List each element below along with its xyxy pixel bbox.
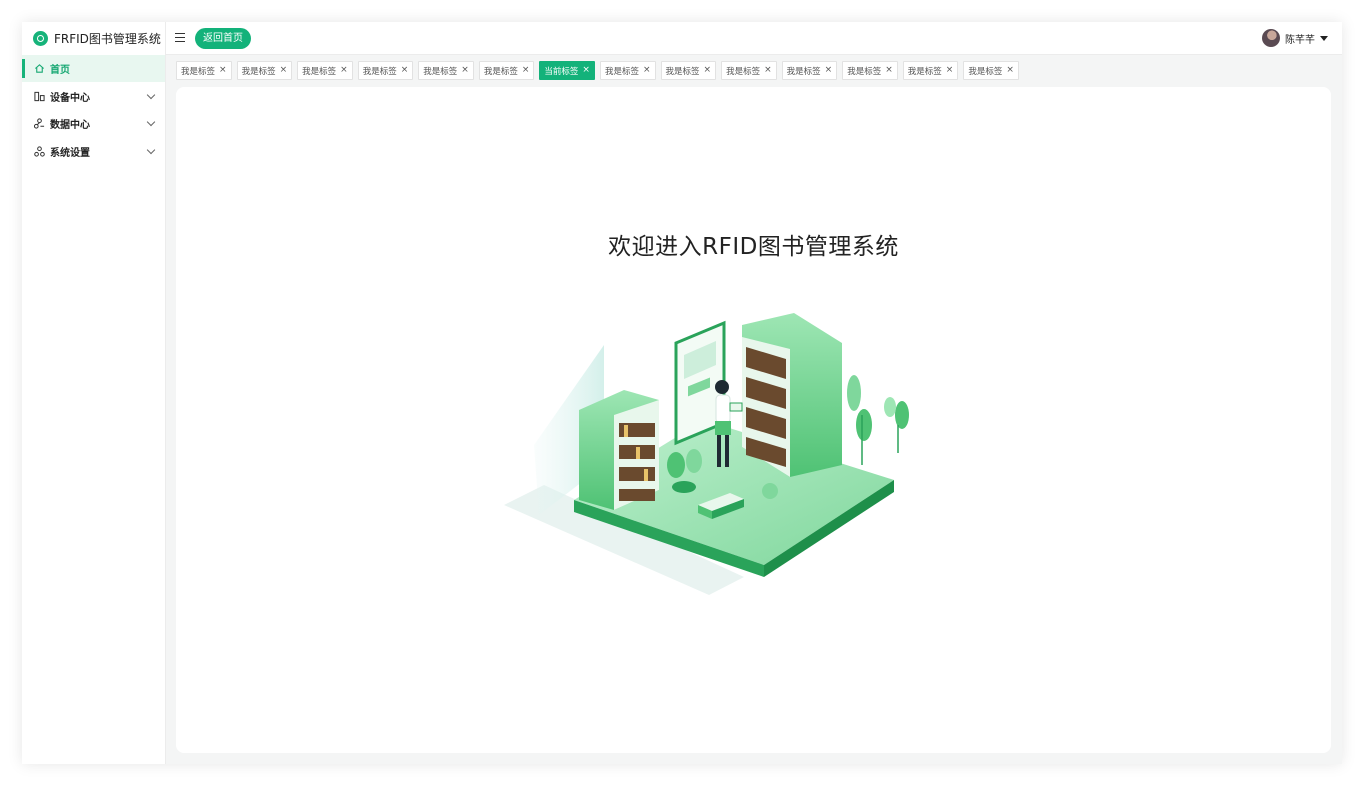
brand: FRFID图书管理系统 xyxy=(22,22,165,55)
user-menu[interactable]: 陈芊芊 xyxy=(1262,29,1328,47)
tab-item[interactable]: 我是标签 × xyxy=(963,61,1019,80)
close-icon[interactable]: × xyxy=(704,66,712,75)
close-icon[interactable]: × xyxy=(522,66,530,75)
welcome-title: 欢迎进入RFID图书管理系统 xyxy=(608,234,899,260)
caret-down-icon xyxy=(1320,35,1328,41)
sidebar-item-label: 首页 xyxy=(50,65,70,76)
tab-label: 我是标签 xyxy=(847,66,882,77)
close-icon[interactable]: × xyxy=(461,66,469,75)
user-name: 陈芊芊 xyxy=(1285,34,1315,46)
tab-label: 当前标签 xyxy=(544,66,579,77)
chevron-down-icon xyxy=(146,90,156,99)
close-icon[interactable]: × xyxy=(1006,66,1014,75)
tab-label: 我是标签 xyxy=(241,66,276,77)
close-icon[interactable]: × xyxy=(643,66,651,75)
close-icon[interactable]: × xyxy=(946,66,954,75)
tab-item[interactable]: 我是标签 × xyxy=(721,61,777,80)
top-header: 返回首页 陈芊芊 xyxy=(166,22,1342,55)
tab-item[interactable]: 我是标签 × xyxy=(236,61,293,80)
tab-item[interactable]: 我是标签 × xyxy=(660,61,717,80)
tab-item[interactable]: 我是标签 × xyxy=(418,61,474,80)
main-content: 欢迎进入RFID图书管理系统 xyxy=(176,87,1331,753)
data-icon xyxy=(34,118,45,129)
tab-item-current[interactable]: 当前标签 × xyxy=(539,61,595,80)
sidebar: FRFID图书管理系统 首页 设备中心 数据中心 系统设置 xyxy=(22,22,166,764)
tab-label: 我是标签 xyxy=(362,66,397,77)
chevron-down-icon xyxy=(146,117,156,127)
back-home-button[interactable]: 返回首页 xyxy=(195,28,251,49)
tab-item[interactable]: 我是标签 × xyxy=(478,61,535,80)
tab-item[interactable]: 我是标签 × xyxy=(599,61,656,80)
tab-label: 我是标签 xyxy=(786,66,821,77)
tab-item[interactable]: 我是标签 × xyxy=(176,61,232,80)
avatar xyxy=(1262,29,1280,47)
logo-icon xyxy=(33,31,48,46)
close-icon[interactable]: × xyxy=(219,66,227,75)
tab-item[interactable]: 我是标签 × xyxy=(297,61,353,80)
tab-label: 我是标签 xyxy=(181,66,216,77)
tab-label: 我是标签 xyxy=(302,66,337,77)
close-icon[interactable]: × xyxy=(582,66,590,75)
close-icon[interactable]: × xyxy=(401,66,409,75)
tab-item[interactable]: 我是标签 × xyxy=(357,61,414,80)
app-title: FRFID图书管理系统 xyxy=(54,32,161,46)
tab-label: 我是标签 xyxy=(907,66,942,77)
tab-label: 我是标签 xyxy=(665,66,700,77)
sidebar-item-label: 系统设置 xyxy=(50,147,90,159)
tab-label: 我是标签 xyxy=(423,66,458,77)
chevron-down-icon xyxy=(146,145,156,154)
sidebar-item-label: 设备中心 xyxy=(50,92,90,104)
tab-item[interactable]: 我是标签 × xyxy=(781,61,838,80)
device-icon xyxy=(34,91,45,102)
library-illustration xyxy=(504,313,909,595)
sidebar-item-home[interactable]: 首页 xyxy=(22,55,165,82)
sidebar-item-data-center[interactable]: 数据中心 xyxy=(22,110,165,137)
menu-toggle-icon[interactable] xyxy=(175,33,185,43)
sidebar-item-device-center[interactable]: 设备中心 xyxy=(22,83,165,110)
tab-label: 我是标签 xyxy=(726,66,761,77)
tab-label: 我是标签 xyxy=(483,66,518,77)
tab-bar: 我是标签 × 我是标签 × 我是标签 × 我是标签 × 我是标签 × 我是标签 × 当前标签… xyxy=(176,61,1024,80)
close-icon[interactable]: × xyxy=(764,66,772,75)
tab-item[interactable]: 我是标签 × xyxy=(902,61,959,80)
settings-icon xyxy=(34,145,45,157)
close-icon[interactable]: × xyxy=(340,66,348,75)
app-window: FRFID图书管理系统 首页 设备中心 数据中心 系统设置 返回首页 陈芊芊 我… xyxy=(22,22,1342,764)
close-icon[interactable]: × xyxy=(280,66,288,75)
tab-label: 我是标签 xyxy=(604,66,639,77)
sidebar-menu: 首页 设备中心 数据中心 系统设置 xyxy=(22,55,165,165)
close-icon[interactable]: × xyxy=(885,66,893,75)
tab-item[interactable]: 我是标签 × xyxy=(842,61,898,80)
close-icon[interactable]: × xyxy=(825,66,833,75)
home-icon xyxy=(34,63,45,74)
tab-label: 我是标签 xyxy=(968,66,1003,77)
sidebar-item-label: 数据中心 xyxy=(50,120,90,131)
sidebar-item-system-settings[interactable]: 系统设置 xyxy=(22,138,165,165)
